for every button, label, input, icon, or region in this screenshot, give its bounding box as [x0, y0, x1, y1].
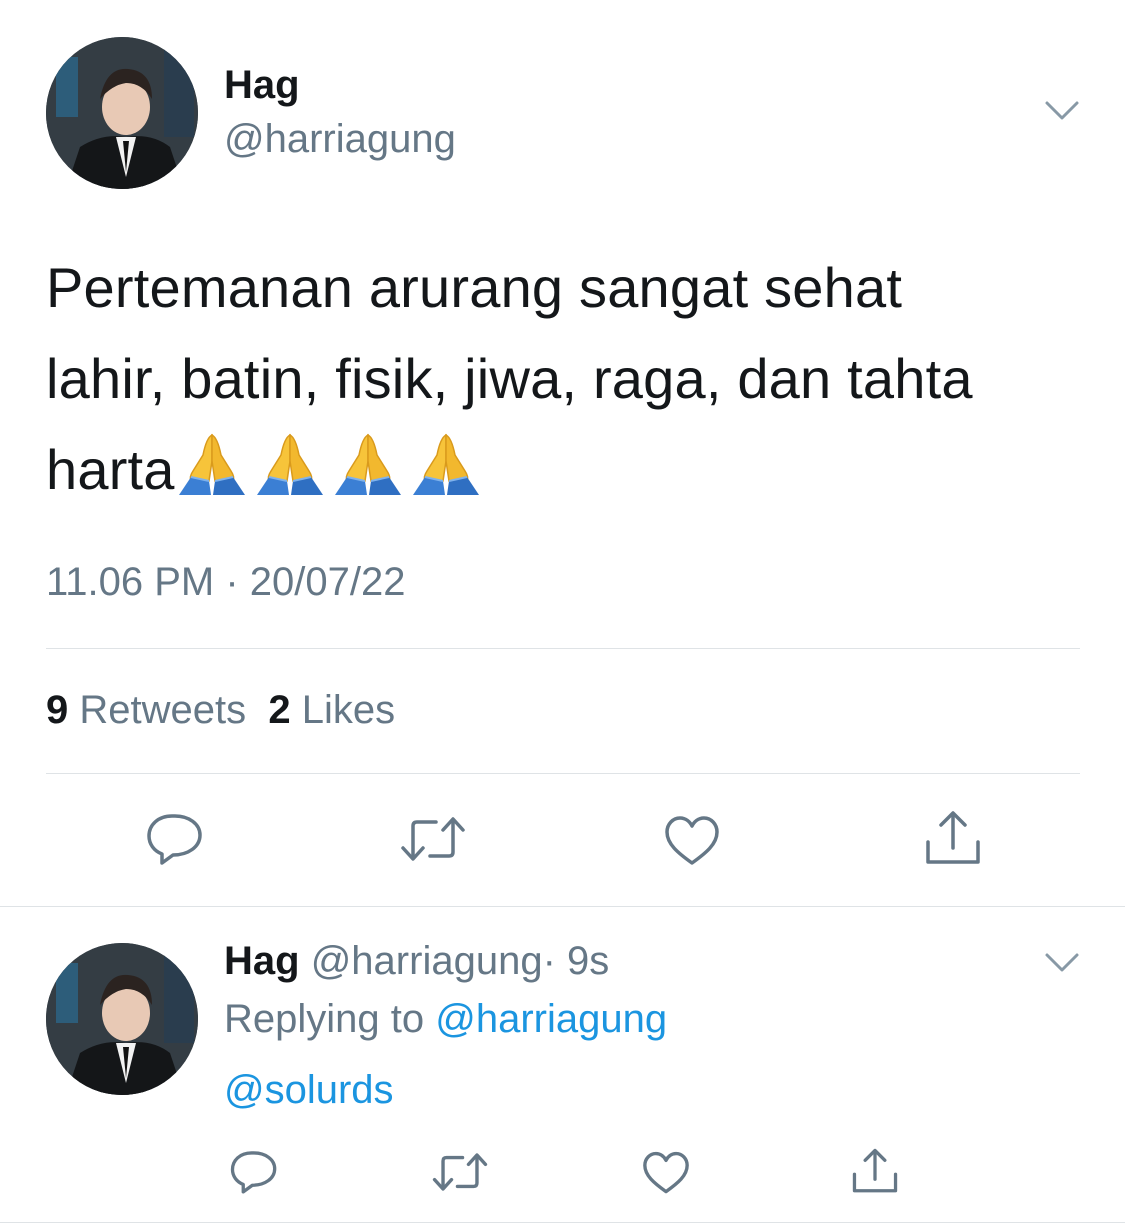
share-icon[interactable]: [924, 810, 982, 871]
likes-label[interactable]: Likes: [302, 688, 395, 732]
divider: [0, 1222, 1125, 1223]
reply-text-mention[interactable]: @solurds: [224, 1068, 394, 1113]
chevron-down-icon[interactable]: [1044, 950, 1080, 981]
retweet-icon[interactable]: [400, 816, 466, 867]
replying-to: Replying to @harriagung: [224, 997, 667, 1042]
chevron-down-icon[interactable]: [1044, 98, 1080, 129]
reply-author-handle[interactable]: @harriagung: [311, 939, 543, 983]
divider: [46, 773, 1080, 774]
tweet-text-line-2: lahir, batin, fisik, jiwa, raga, dan tah…: [46, 347, 973, 410]
retweet-icon[interactable]: [432, 1152, 488, 1197]
reply-author-name[interactable]: Hag: [224, 939, 300, 983]
emoji-group: [177, 431, 489, 523]
reply-icon[interactable]: [230, 1150, 278, 1199]
replying-to-link[interactable]: @harriagung: [435, 997, 667, 1041]
tweet-stats: 9 Retweets 2 Likes: [46, 688, 395, 733]
reply-header: Hag @harriagung· 9s: [224, 939, 609, 984]
reply-time: · 9s: [542, 939, 610, 983]
author-name[interactable]: Hag: [224, 63, 300, 108]
like-icon[interactable]: [642, 1151, 690, 1200]
tweet-text-line-3-text: harta: [46, 438, 175, 501]
folded-hands-emoji-icon: [334, 433, 401, 495]
retweets-count[interactable]: 9: [46, 688, 68, 732]
tweet-text-line-1: Pertemanan arurang sangat sehat: [46, 256, 903, 319]
folded-hands-emoji-icon: [412, 433, 479, 495]
folded-hands-emoji-icon: [178, 433, 245, 495]
likes-count[interactable]: 2: [268, 688, 290, 732]
tweet-text-line-3: harta: [46, 424, 1086, 523]
tweet-timestamp[interactable]: 11.06 PM · 20/07/22: [46, 560, 406, 605]
reply-icon[interactable]: [146, 813, 204, 870]
divider: [46, 648, 1080, 649]
author-handle[interactable]: @harriagung: [224, 117, 456, 162]
divider: [0, 906, 1125, 907]
share-icon[interactable]: [851, 1148, 899, 1199]
like-icon[interactable]: [664, 815, 720, 872]
avatar[interactable]: [46, 943, 198, 1095]
avatar[interactable]: [46, 37, 198, 189]
retweets-label[interactable]: Retweets: [79, 688, 246, 732]
replying-to-label: Replying to: [224, 997, 425, 1041]
folded-hands-emoji-icon: [256, 433, 323, 495]
tweet-text: Pertemanan arurang sangat sehat lahir, b…: [46, 242, 1086, 523]
